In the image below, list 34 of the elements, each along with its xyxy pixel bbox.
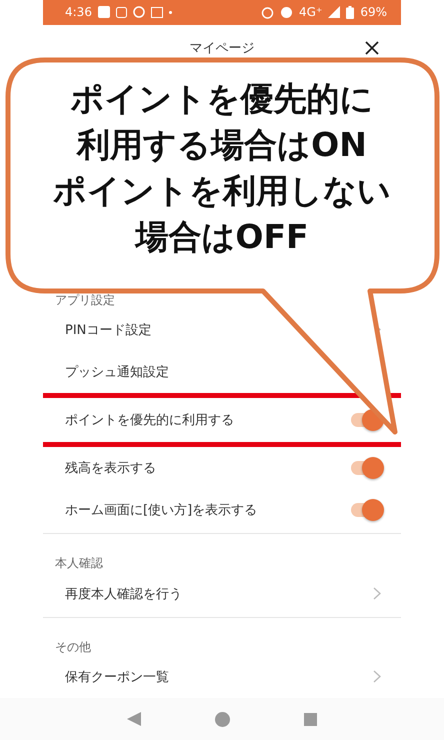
callout-text: 場合はOFF: [135, 216, 309, 258]
row-label: PINコード設定: [65, 322, 152, 339]
home-icon[interactable]: [215, 712, 230, 726]
network-label: 4G⁺: [299, 5, 322, 20]
section-title: その他: [55, 638, 91, 656]
row-label: 残高を表示する: [65, 460, 156, 477]
row-label: 保有クーポン一覧: [65, 668, 169, 686]
page-title: マイページ: [190, 40, 254, 57]
battery-icon: [346, 6, 354, 19]
settings-row[interactable]: プッシュ通知設定: [43, 350, 401, 393]
callout-text: ポイントを利用しない: [53, 170, 391, 212]
callout-text: 利用する場合はON: [77, 124, 367, 166]
settings-row[interactable]: 保有クーポン一覧: [43, 656, 401, 698]
app-icon: [116, 6, 127, 18]
recents-icon[interactable]: [304, 712, 317, 726]
row-label: 再度本人確認を行う: [65, 586, 182, 603]
battery-level: 69%: [360, 5, 387, 20]
chevron-icon: [373, 670, 381, 684]
settings-row[interactable]: ホーム画面に[使い方]を表示する: [43, 489, 401, 532]
row-label: プッシュ通知設定: [65, 364, 169, 381]
settings-row[interactable]: 残高を表示する: [43, 446, 401, 490]
chevron-icon: [373, 587, 381, 600]
close-icon[interactable]: [365, 40, 379, 55]
callout-text: ポイントを優先的に: [70, 78, 374, 120]
dot-icon: [168, 10, 172, 14]
settings-row[interactable]: 再度本人確認を行う: [43, 572, 401, 615]
status-time: 4:36: [65, 5, 92, 20]
section-title: アプリ設定: [55, 292, 115, 309]
signal-icon: [328, 6, 340, 18]
app-icon: [98, 6, 110, 18]
back-icon[interactable]: [127, 712, 141, 726]
section-title: 本人確認: [55, 555, 103, 572]
row-label: ホーム画面に[使い方]を表示する: [65, 502, 258, 520]
row-label: ポイントを優先的に利用する: [65, 412, 234, 429]
